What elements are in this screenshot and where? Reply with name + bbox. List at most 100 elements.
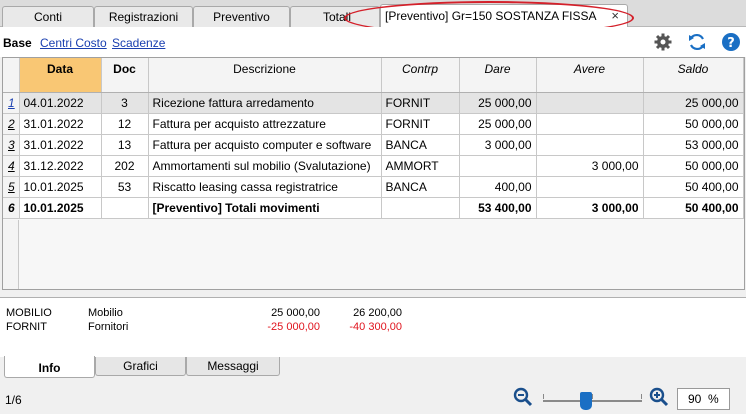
cell-doc[interactable]: 53 <box>101 176 149 198</box>
tab-grafici[interactable]: Grafici <box>95 357 186 376</box>
close-icon[interactable]: × <box>611 5 619 27</box>
slider-tick <box>641 394 642 399</box>
tab-conti[interactable]: Conti <box>2 6 94 27</box>
info-value-2: 26 200,00 <box>353 307 402 319</box>
tab-label: Preventivo <box>213 10 270 24</box>
column-header-descrizione[interactable]: Descrizione <box>148 58 382 93</box>
cell-dare[interactable]: 25 000,00 <box>459 92 537 114</box>
cell-descrizione[interactable]: Ammortamenti sul mobilio (Svalutazione) <box>148 155 382 177</box>
refresh-icon[interactable] <box>687 32 707 52</box>
cell-saldo[interactable]: 50 000,00 <box>643 155 744 177</box>
cell-contrp[interactable] <box>381 197 460 219</box>
cell-data[interactable]: 31.12.2022 <box>19 155 102 177</box>
info-value-1: 25 000,00 <box>271 307 320 319</box>
view-centri-costo-link[interactable]: Centri Costo <box>40 36 107 50</box>
cell-descrizione[interactable]: Fattura per acquisto attrezzature <box>148 113 382 135</box>
zoom-slider-track[interactable] <box>543 400 642 402</box>
cell-doc[interactable]: 13 <box>101 134 149 156</box>
cell-contrp[interactable]: AMMORT <box>381 155 460 177</box>
gear-icon[interactable] <box>653 32 673 52</box>
cell-dare[interactable]: 53 400,00 <box>459 197 537 219</box>
transactions-table: Data Doc Descrizione Contrp Dare Avere S… <box>3 58 744 219</box>
tab-label: Registrazioni <box>108 10 179 24</box>
cell-contrp[interactable]: FORNIT <box>381 92 460 114</box>
table-row[interactable]: 3 31.01.2022 13 Fattura per acquisto com… <box>3 134 744 156</box>
zoom-unit: % <box>708 392 719 406</box>
row-number[interactable]: 3 <box>3 134 20 156</box>
cell-data[interactable]: 10.01.2025 <box>19 197 102 219</box>
row-number[interactable]: 2 <box>3 113 20 135</box>
cell-saldo[interactable]: 25 000,00 <box>643 92 744 114</box>
cell-avere[interactable] <box>536 92 644 114</box>
slider-tick <box>543 394 544 399</box>
tab-label: Messaggi <box>207 359 259 373</box>
column-header-dare[interactable]: Dare <box>459 58 537 93</box>
zoom-out-icon[interactable] <box>513 387 533 407</box>
cell-data[interactable]: 10.01.2025 <box>19 176 102 198</box>
cell-descrizione[interactable]: Fattura per acquisto computer e software <box>148 134 382 156</box>
document-tab-strip: Conti Registrazioni Preventivo Totali [P… <box>0 0 746 27</box>
cell-avere[interactable] <box>536 134 644 156</box>
cell-saldo[interactable]: 53 000,00 <box>643 134 744 156</box>
cell-avere[interactable]: 3 000,00 <box>536 155 644 177</box>
cell-data[interactable]: 31.01.2022 <box>19 113 102 135</box>
table-row[interactable]: 4 31.12.2022 202 Ammortamenti sul mobili… <box>3 155 744 177</box>
row-number[interactable]: 6 <box>3 197 20 219</box>
cell-dare[interactable]: 25 000,00 <box>459 113 537 135</box>
cell-saldo[interactable]: 50 400,00 <box>643 197 744 219</box>
cell-saldo[interactable]: 50 000,00 <box>643 113 744 135</box>
zoom-level-field[interactable]: 90 % <box>677 388 730 410</box>
column-header-data[interactable]: Data <box>19 58 102 93</box>
row-number-header <box>3 58 20 93</box>
cell-doc[interactable]: 12 <box>101 113 149 135</box>
cell-descrizione[interactable]: Riscatto leasing cassa registratrice <box>148 176 382 198</box>
cell-avere[interactable] <box>536 176 644 198</box>
view-toolbar: Base Centri Costo Scadenze ? <box>0 27 746 57</box>
zoom-in-icon[interactable] <box>649 387 669 407</box>
cell-doc[interactable]: 3 <box>101 92 149 114</box>
column-header-doc[interactable]: Doc <box>101 58 149 93</box>
row-number-gutter <box>3 220 19 289</box>
cell-avere[interactable]: 3 000,00 <box>536 197 644 219</box>
info-value-2: -40 300,00 <box>349 321 402 333</box>
table-row[interactable]: 1 04.01.2022 3 Ricezione fattura arredam… <box>3 92 744 114</box>
table-row[interactable]: 5 10.01.2025 53 Riscatto leasing cassa r… <box>3 176 744 198</box>
cell-saldo[interactable]: 50 400,00 <box>643 176 744 198</box>
cell-dare[interactable] <box>459 155 537 177</box>
page-indicator: 1/6 <box>5 393 22 407</box>
column-header-contrp[interactable]: Contrp <box>381 58 460 93</box>
tab-messaggi[interactable]: Messaggi <box>186 357 280 376</box>
info-value-1: -25 000,00 <box>267 321 320 333</box>
row-number[interactable]: 4 <box>3 155 20 177</box>
tab-preventivo-gruppo[interactable]: [Preventivo] Gr=150 SOSTANZA FISSA × <box>380 4 628 27</box>
tab-registrazioni[interactable]: Registrazioni <box>94 6 193 27</box>
cell-dare[interactable]: 400,00 <box>459 176 537 198</box>
cell-descrizione[interactable]: Ricezione fattura arredamento <box>148 92 382 114</box>
view-scadenze-link[interactable]: Scadenze <box>112 36 165 50</box>
cell-descrizione[interactable]: [Preventivo] Totali movimenti <box>148 197 382 219</box>
svg-text:?: ? <box>727 36 735 51</box>
help-icon[interactable]: ? <box>721 32 741 52</box>
cell-dare[interactable]: 3 000,00 <box>459 134 537 156</box>
tab-preventivo[interactable]: Preventivo <box>193 6 290 27</box>
cell-contrp[interactable]: BANCA <box>381 176 460 198</box>
transactions-grid: Data Doc Descrizione Contrp Dare Avere S… <box>2 57 745 290</box>
tab-info[interactable]: Info <box>4 356 95 378</box>
column-header-saldo[interactable]: Saldo <box>643 58 744 93</box>
cell-doc[interactable]: 202 <box>101 155 149 177</box>
column-header-avere[interactable]: Avere <box>536 58 644 93</box>
cell-avere[interactable] <box>536 113 644 135</box>
table-row[interactable]: 2 31.01.2022 12 Fattura per acquisto att… <box>3 113 744 135</box>
cell-data[interactable]: 04.01.2022 <box>19 92 102 114</box>
view-base[interactable]: Base <box>3 36 32 50</box>
totals-row[interactable]: 6 10.01.2025 [Preventivo] Totali movimen… <box>3 197 744 219</box>
cell-data[interactable]: 31.01.2022 <box>19 134 102 156</box>
row-number[interactable]: 1 <box>3 92 20 114</box>
cell-doc[interactable] <box>101 197 149 219</box>
cell-contrp[interactable]: BANCA <box>381 134 460 156</box>
cell-contrp[interactable]: FORNIT <box>381 113 460 135</box>
zoom-slider-thumb[interactable] <box>580 392 592 410</box>
info-account-code: FORNIT <box>6 321 47 333</box>
tab-totali[interactable]: Totali <box>290 6 380 27</box>
row-number[interactable]: 5 <box>3 176 20 198</box>
